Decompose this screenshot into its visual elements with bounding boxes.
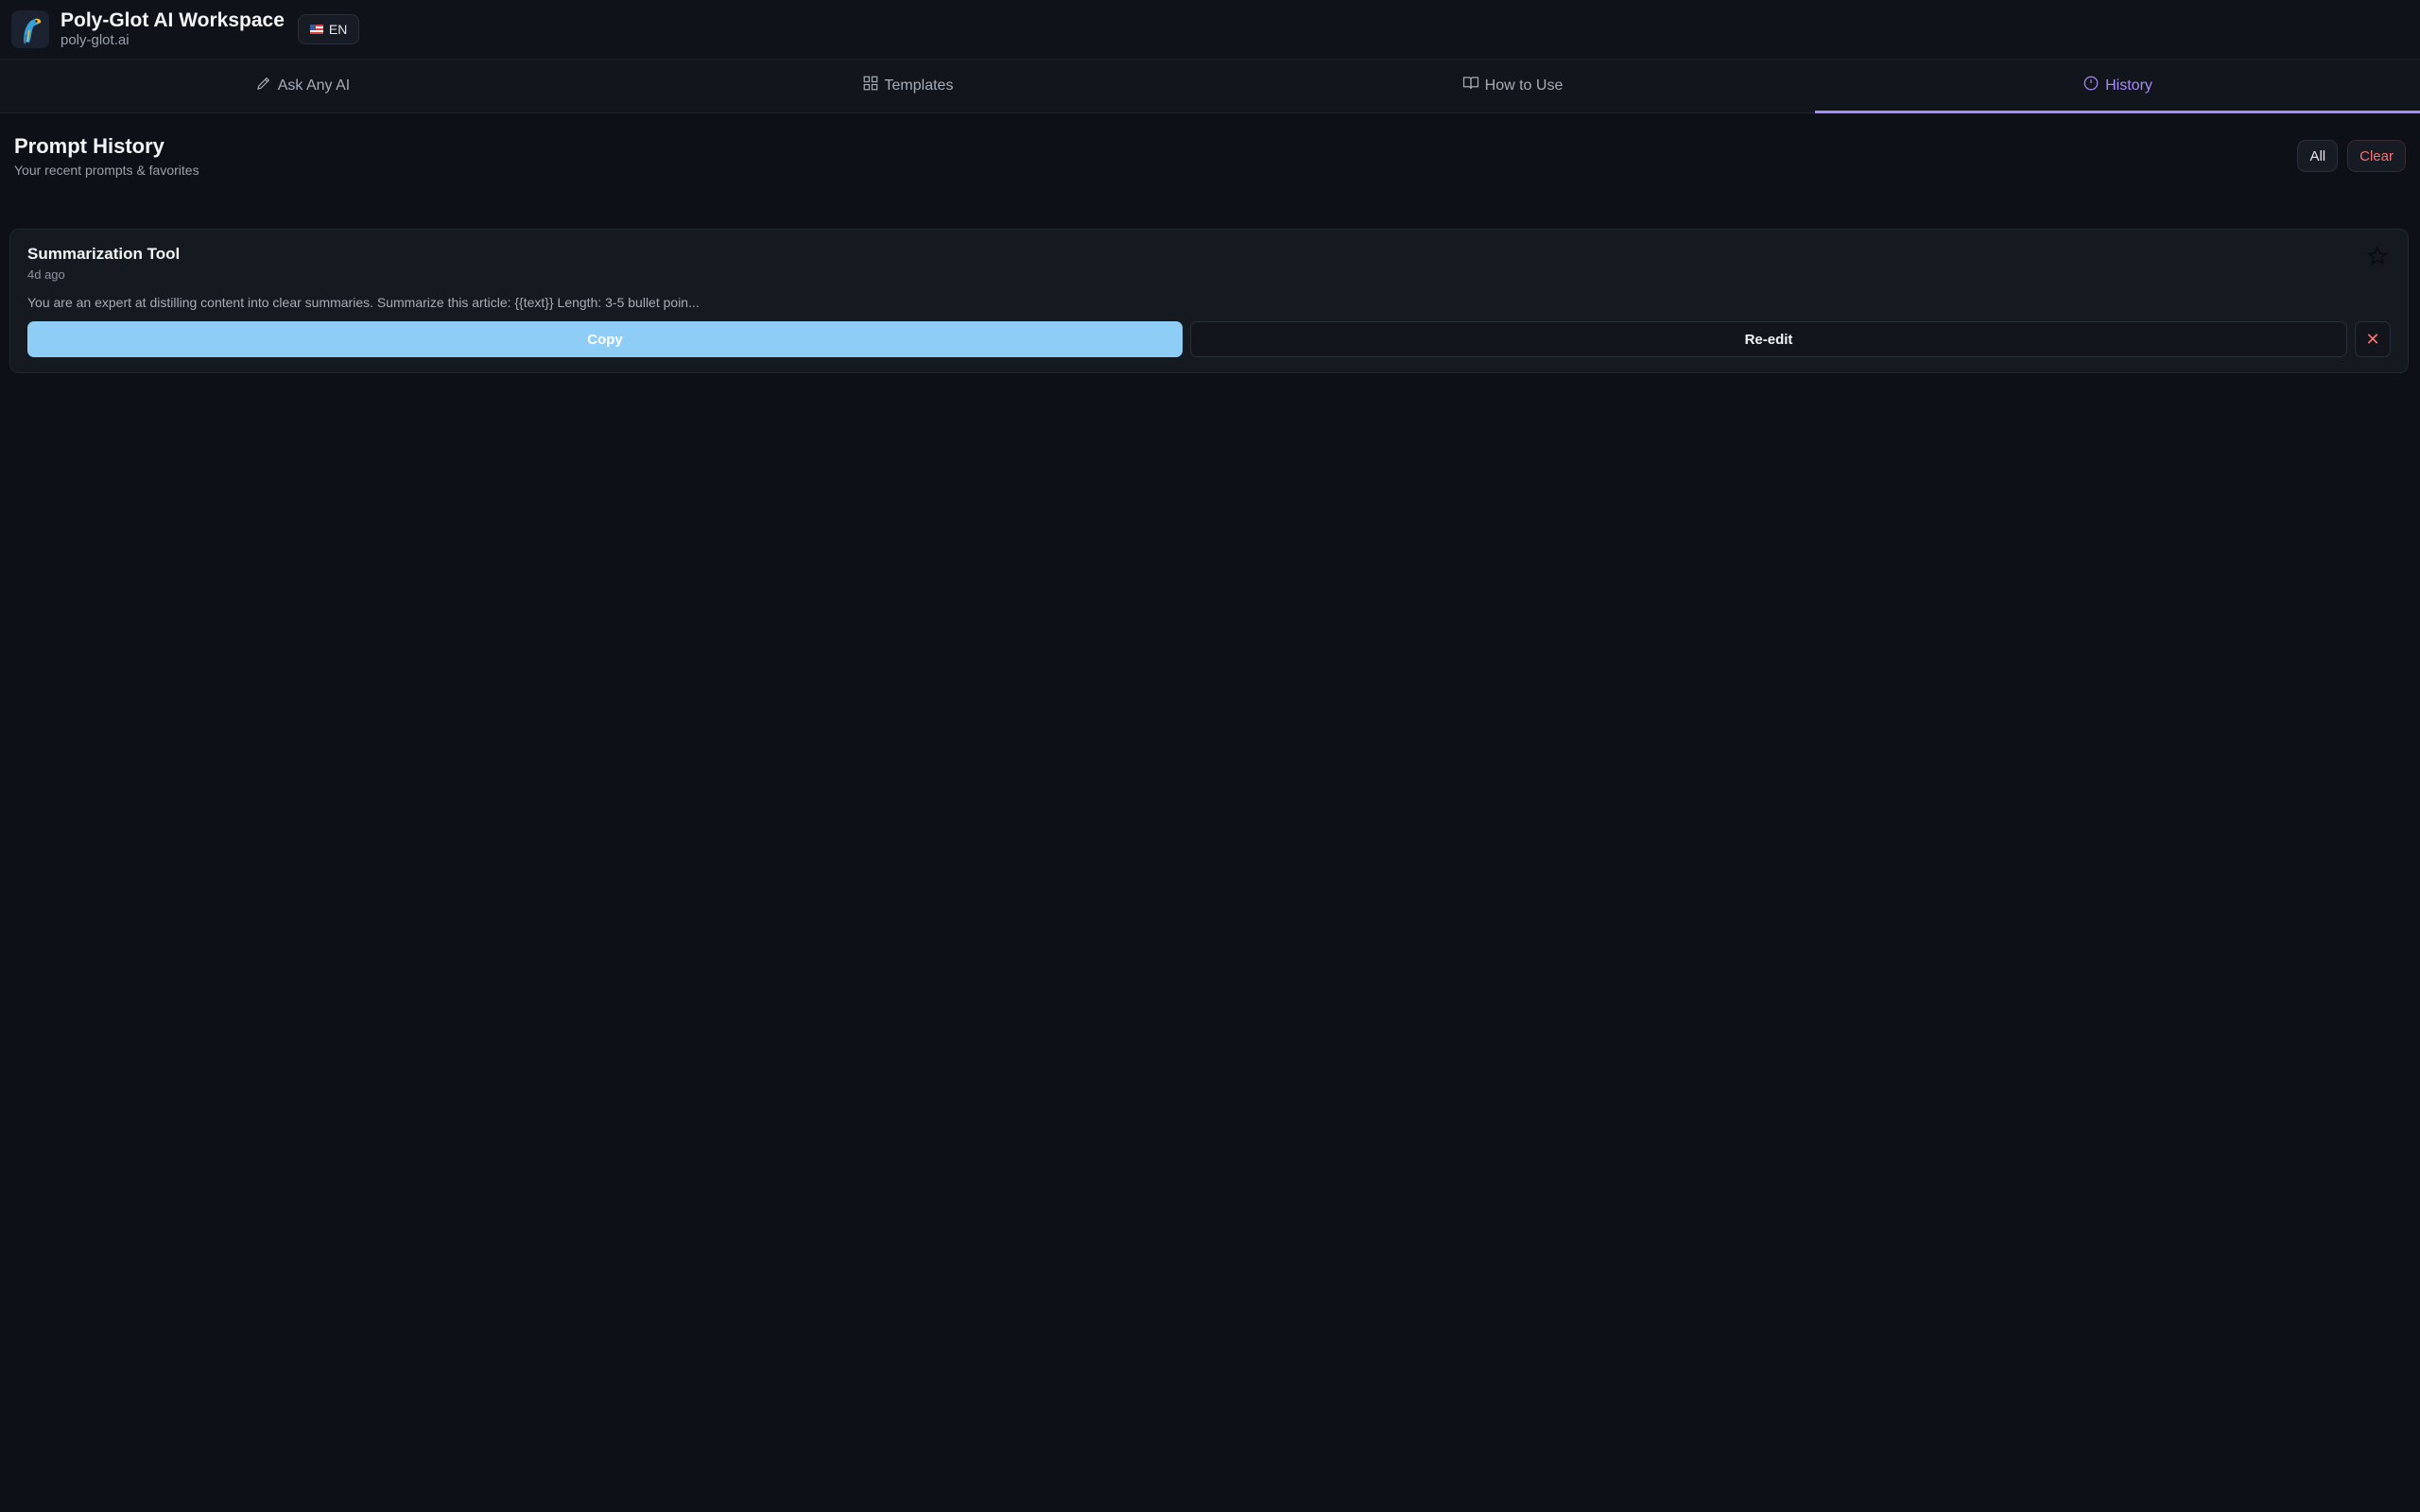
language-selector-button[interactable]: EN xyxy=(297,14,360,44)
history-item-actions: Copy Re-edit ✕ xyxy=(27,321,2391,357)
grid-icon xyxy=(863,76,877,91)
page-title: Prompt History xyxy=(14,134,164,158)
delete-close-icon[interactable]: ✕ xyxy=(2355,321,2391,357)
tab-templates[interactable]: Templates xyxy=(605,60,1210,112)
filter-all-button[interactable]: All xyxy=(2297,140,2339,172)
re-edit-button[interactable]: Re-edit xyxy=(1190,321,2347,357)
copy-button[interactable]: Copy xyxy=(27,321,1183,357)
tab-label: Templates xyxy=(884,77,954,94)
main-tabs: Ask Any AI Templates How to Use History xyxy=(0,59,2420,113)
history-item-title: Summarization Tool xyxy=(27,245,181,263)
tab-ask-any-ai[interactable]: Ask Any AI xyxy=(0,60,605,112)
language-label: EN xyxy=(328,22,348,37)
clock-icon xyxy=(2083,76,2099,91)
tab-label: Ask Any AI xyxy=(277,77,351,94)
history-item-time: 4d ago xyxy=(27,267,65,282)
parrot-logo-icon xyxy=(11,10,49,48)
app-header: Poly-Glot AI Workspace poly-glot.ai EN xyxy=(0,0,2420,59)
us-flag-icon xyxy=(309,25,323,34)
history-filters: All Clear xyxy=(2297,140,2406,172)
tab-label: History xyxy=(2105,77,2152,94)
favorite-star-icon[interactable] xyxy=(2364,243,2391,269)
history-header: Prompt History Your recent prompts & fav… xyxy=(0,113,2420,208)
app-domain: poly-glot.ai xyxy=(60,32,130,48)
app-title: Poly-Glot AI Workspace xyxy=(60,9,285,31)
history-item-card: Summarization Tool 4d ago You are an exp… xyxy=(9,229,2409,373)
tab-history[interactable]: History xyxy=(1815,60,2420,113)
tab-how-to-use[interactable]: How to Use xyxy=(1210,60,1815,112)
book-icon xyxy=(1462,77,1478,90)
clear-history-button[interactable]: Clear xyxy=(2347,140,2406,172)
tab-label: How to Use xyxy=(1484,77,1564,94)
brand: Poly-Glot AI Workspace poly-glot.ai xyxy=(60,9,285,49)
pencil-icon xyxy=(256,77,269,90)
page-subtitle: Your recent prompts & favorites xyxy=(14,163,199,178)
history-item-preview: You are an expert at distilling content … xyxy=(27,295,700,310)
